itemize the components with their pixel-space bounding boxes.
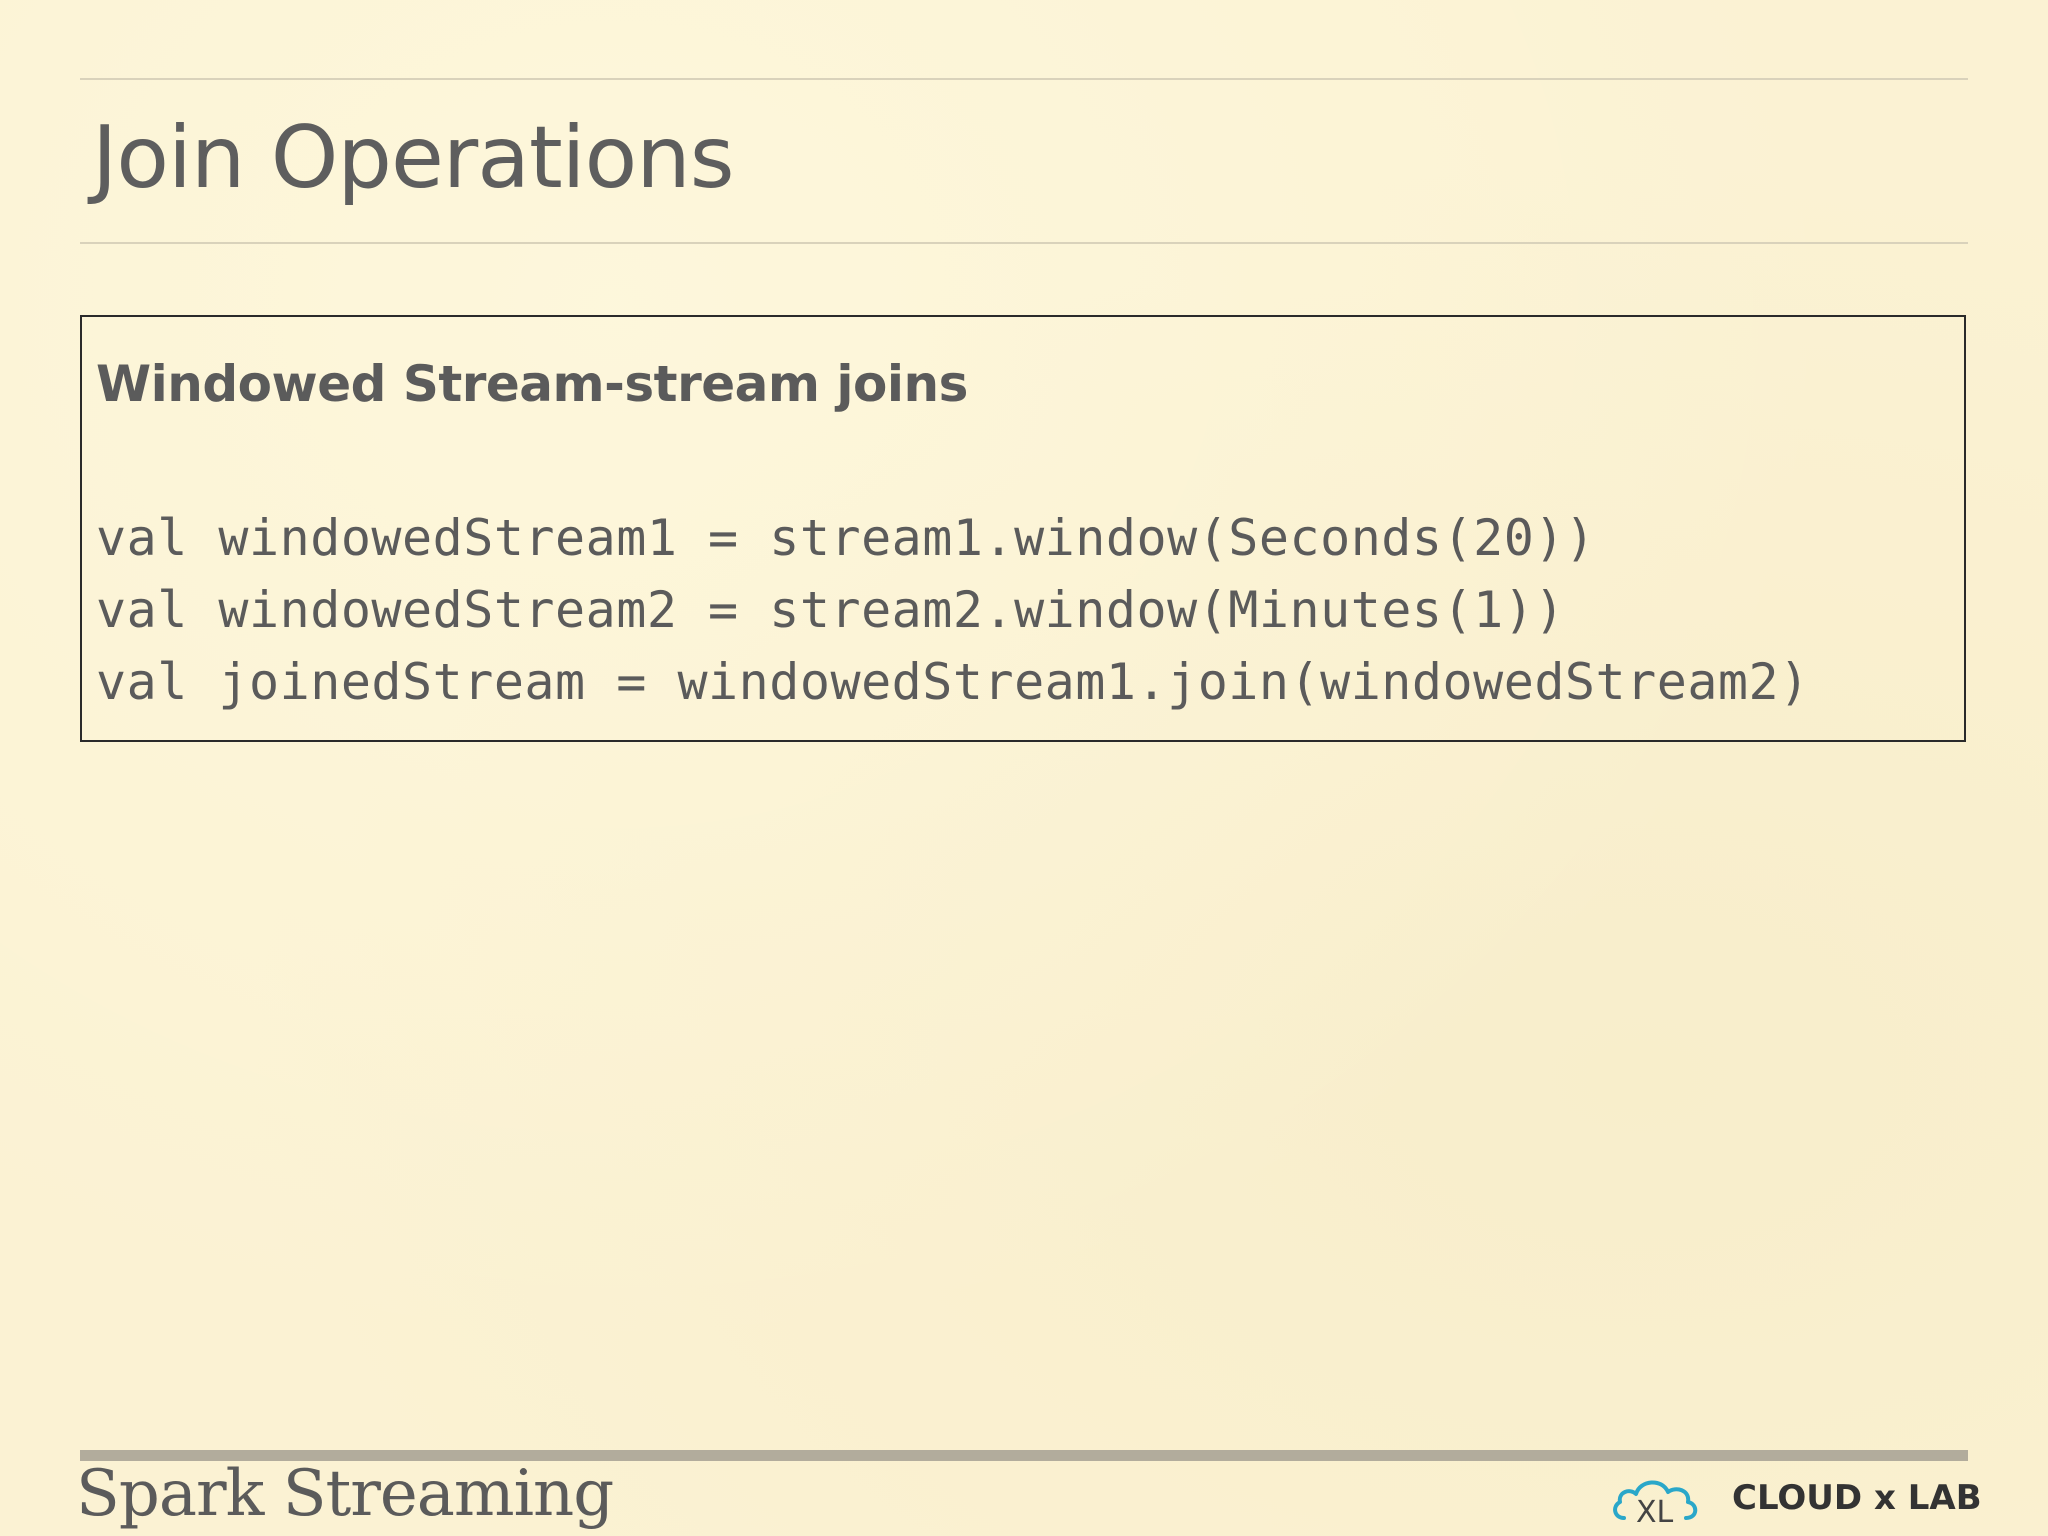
footer-title: Spark Streaming — [76, 1457, 614, 1531]
logo-mark: XL — [1636, 1495, 1674, 1530]
title-divider — [80, 242, 1968, 244]
code-line: val windowedStream2 = stream2.window(Min… — [96, 581, 1565, 639]
cloud-icon: XL — [1613, 1480, 1698, 1530]
top-divider — [80, 78, 1968, 80]
box-heading: Windowed Stream-stream joins — [96, 355, 968, 413]
slide-title: Join Operations — [92, 108, 735, 208]
code-line: val windowedStream1 = stream1.window(Sec… — [96, 509, 1596, 567]
cloudxlab-logo: XL CLOUD x LAB — [1610, 1470, 1982, 1530]
logo-text: CLOUD x LAB — [1732, 1478, 1982, 1518]
code-line: val joinedStream = windowedStream1.join(… — [96, 653, 1810, 711]
code-box: Windowed Stream-stream joins val windowe… — [80, 315, 1966, 742]
slide: Join Operations Windowed Stream-stream j… — [0, 0, 2048, 1536]
code-block: val windowedStream1 = stream1.window(Sec… — [96, 502, 1810, 718]
